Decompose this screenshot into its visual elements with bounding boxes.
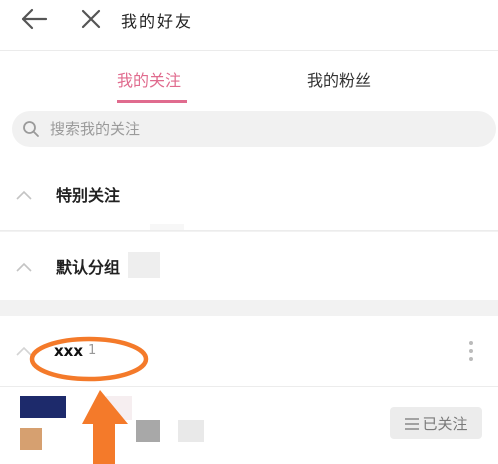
chevron-up-icon xyxy=(16,262,32,272)
tab-bar: 我的关注 我的粉丝 xyxy=(0,51,498,103)
more-vertical-icon[interactable] xyxy=(466,340,476,362)
avatar[interactable] xyxy=(20,396,132,450)
group-label-special: 特别关注 xyxy=(56,186,121,205)
following-label: 已关注 xyxy=(422,414,468,433)
search-icon xyxy=(23,121,39,137)
annotation-ellipse xyxy=(29,336,149,382)
blur-patch xyxy=(150,224,184,230)
avatar-block xyxy=(20,396,66,418)
top-bar: 我的好友 xyxy=(0,0,498,51)
search-area xyxy=(0,103,498,159)
blur-patch xyxy=(128,252,160,278)
avatar-block xyxy=(20,428,42,450)
tab-following[interactable]: 我的关注 xyxy=(117,67,181,91)
window-title: 我的好友 xyxy=(121,12,194,31)
chevron-up-icon xyxy=(16,190,32,200)
close-icon[interactable] xyxy=(80,8,102,30)
following-button[interactable]: 已关注 xyxy=(390,407,482,439)
search-input[interactable] xyxy=(50,111,480,147)
blur-patch xyxy=(178,420,204,442)
tab-fans[interactable]: 我的粉丝 xyxy=(307,67,371,91)
group-special-follow[interactable]: 特别关注 xyxy=(0,158,498,231)
arrow-left-icon[interactable] xyxy=(20,8,48,30)
annotation-arrow xyxy=(82,390,128,464)
blur-patch xyxy=(136,420,160,442)
search-box[interactable] xyxy=(12,111,496,147)
group-label-default: 默认分组 xyxy=(56,258,121,277)
list-item[interactable]: 已关注 xyxy=(0,387,498,464)
menu-icon xyxy=(405,417,420,430)
group-default[interactable]: 默认分组 xyxy=(0,232,498,300)
